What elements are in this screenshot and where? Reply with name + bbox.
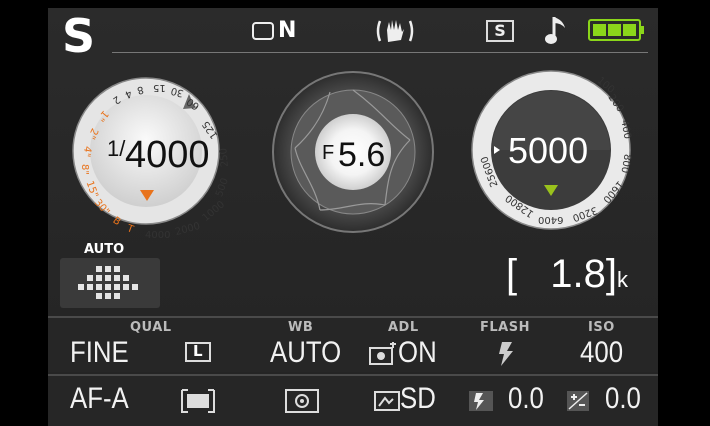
image-area-icon <box>252 22 274 40</box>
exposure-compensation[interactable]: 0.0 <box>605 382 641 416</box>
shutter-pointer-icon <box>140 190 154 201</box>
shutter-scale-2: 2 <box>110 93 122 106</box>
iso-scale-400: 400 <box>618 119 633 140</box>
iso-scale-200: 200 <box>605 92 626 115</box>
silent-shooting-icon: S <box>486 20 514 42</box>
shutter-speed-value: 4000 <box>125 134 210 176</box>
af-area-label: AUTO <box>84 242 125 257</box>
iso-sensitivity[interactable]: 400 <box>580 336 623 370</box>
aperture-value: 5.6 <box>338 136 386 174</box>
metering-mode-icon[interactable] <box>284 388 320 414</box>
image-size: L <box>193 342 203 360</box>
active-d-lighting-icon <box>369 342 396 365</box>
af-area-mode-button[interactable] <box>60 258 160 308</box>
iso-scale-800: 800 <box>618 153 633 174</box>
picture-control[interactable]: SD <box>400 382 436 416</box>
shutter-scale-30s: 30" <box>91 197 112 218</box>
info-display: S N S 4000 2000 1000 500 250 125 60 30 1… <box>48 8 658 426</box>
iso-scale-25600: 25600 <box>479 154 501 189</box>
shutter-prefix: 1/ <box>107 136 126 161</box>
shutter-scale-4s: 4" <box>80 145 93 158</box>
aperture-prefix: F <box>322 142 335 164</box>
shutter-scale-15s: 15" <box>83 179 100 200</box>
exposure-compensation-icon <box>567 391 589 411</box>
remaining-exposures: [ 1.8]k <box>506 252 628 297</box>
header-iso: ISO <box>588 320 615 335</box>
header-qual: QUAL <box>130 320 172 335</box>
header-flash: FLASH <box>480 320 530 335</box>
info-row-2: AF-A SD 0.0 0.0 <box>48 374 658 426</box>
shutter-scale-8s: 8" <box>78 164 90 175</box>
exposures-unit: k <box>616 267 628 292</box>
shutter-scale-60: 60 <box>184 95 202 112</box>
shutter-scale-250: 250 <box>218 147 231 168</box>
metering-area-icon[interactable] <box>180 388 216 414</box>
exposures-value: 1.8 <box>550 252 606 296</box>
iso-dial[interactable]: 100 200 400 800 1600 3200 6400 12800 256… <box>470 68 633 236</box>
shutter-scale-4000: 4000 <box>145 230 171 241</box>
flash-mode-icon[interactable] <box>496 340 516 368</box>
image-area-indicator: N <box>252 18 296 44</box>
active-d-lighting[interactable]: ON <box>398 336 437 370</box>
shutter-scale-4: 4 <box>122 87 134 100</box>
info-row-1: QUAL WB ADL FLASH ISO FINE L AUTO ON 400 <box>48 316 658 372</box>
image-size-button[interactable]: L <box>185 342 211 362</box>
image-quality[interactable]: FINE <box>70 336 129 370</box>
music-note-icon <box>545 14 571 50</box>
image-area-label: N <box>278 18 297 43</box>
iso-scale-3200: 3200 <box>570 203 599 224</box>
shutter-scale-15: 15 <box>153 82 166 93</box>
exposures-open-bracket: [ <box>506 252 518 296</box>
shutter-scale-1s: 1" <box>94 107 111 124</box>
iso-scale-1600: 1600 <box>600 178 626 205</box>
battery-icon <box>588 18 646 46</box>
vibration-reduction-icon <box>375 16 415 50</box>
picture-control-icon <box>374 391 400 411</box>
camera-screen: S N S 4000 2000 1000 500 250 125 60 30 1… <box>0 0 710 426</box>
iso-dial-value: 5000 <box>508 130 589 171</box>
header-adl: ADL <box>388 320 419 335</box>
iso-pointer-icon <box>544 185 558 196</box>
white-balance[interactable]: AUTO <box>270 336 341 370</box>
top-divider <box>112 52 648 53</box>
exposures-close-bracket: ] <box>605 252 617 296</box>
shutter-scale-2s: 2" <box>85 126 100 141</box>
af-grid-icon <box>78 266 138 299</box>
header-wb: WB <box>288 320 314 335</box>
flash-compensation[interactable]: 0.0 <box>508 382 544 416</box>
iso-scale-12800: 12800 <box>503 191 537 220</box>
shutter-speed-dial[interactable]: 4000 2000 1000 500 250 125 60 30 15 8 4 … <box>71 66 231 241</box>
flash-compensation-icon <box>469 391 493 411</box>
focus-mode[interactable]: AF-A <box>70 382 129 416</box>
shooting-mode[interactable]: S <box>62 10 95 62</box>
shutter-scale-30: 30 <box>169 84 185 99</box>
aperture-dial[interactable]: F 5.6 <box>270 70 436 238</box>
iso-scale-6400: 6400 <box>538 214 564 225</box>
